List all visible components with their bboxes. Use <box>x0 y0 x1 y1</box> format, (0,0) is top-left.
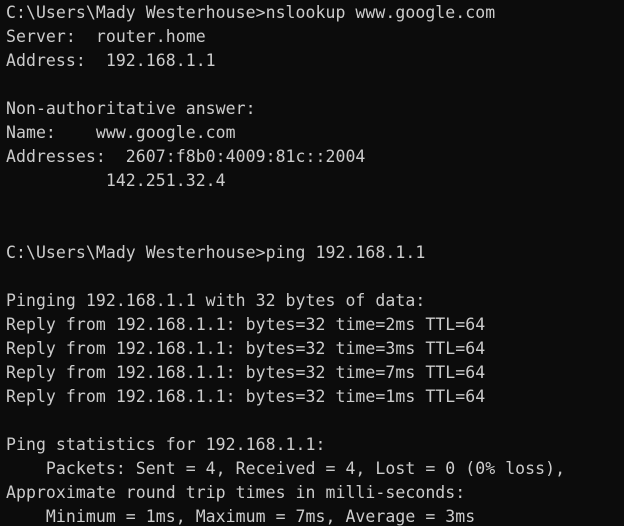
console-line-addresses-ipv6: Addresses: 2607:f8b0:4009:81c::2004 <box>6 147 366 166</box>
console-line-packets: Packets: Sent = 4, Received = 4, Lost = … <box>6 459 566 478</box>
console-line-reply: Reply from 192.168.1.1: bytes=32 time=2m… <box>6 315 486 334</box>
console-line-pinging: Pinging 192.168.1.1 with 32 bytes of dat… <box>6 291 426 310</box>
console-line-reply: Reply from 192.168.1.1: bytes=32 time=7m… <box>6 363 486 382</box>
console-line-reply: Reply from 192.168.1.1: bytes=32 time=3m… <box>6 339 486 358</box>
console-line-non-authoritative: Non-authoritative answer: <box>6 99 256 118</box>
console-line-name: Name: www.google.com <box>6 123 236 142</box>
console-line-server-address: Address: 192.168.1.1 <box>6 51 216 70</box>
console-line-ping-statistics: Ping statistics for 192.168.1.1: <box>6 435 326 454</box>
console-line-round-trip-values: Minimum = 1ms, Maximum = 7ms, Average = … <box>6 507 476 526</box>
console-line-server: Server: router.home <box>6 27 206 46</box>
console-line-ping-command: C:\Users\Mady Westerhouse>ping 192.168.1… <box>6 243 426 262</box>
console-line-nslookup-command: C:\Users\Mady Westerhouse>nslookup www.g… <box>6 3 496 22</box>
console-line-reply: Reply from 192.168.1.1: bytes=32 time=1m… <box>6 387 486 406</box>
console-line-addresses-ipv4: 142.251.32.4 <box>6 171 226 190</box>
console-line-round-trip-header: Approximate round trip times in milli-se… <box>6 483 466 502</box>
command-prompt-console[interactable]: C:\Users\Mady Westerhouse>nslookup www.g… <box>0 0 624 526</box>
